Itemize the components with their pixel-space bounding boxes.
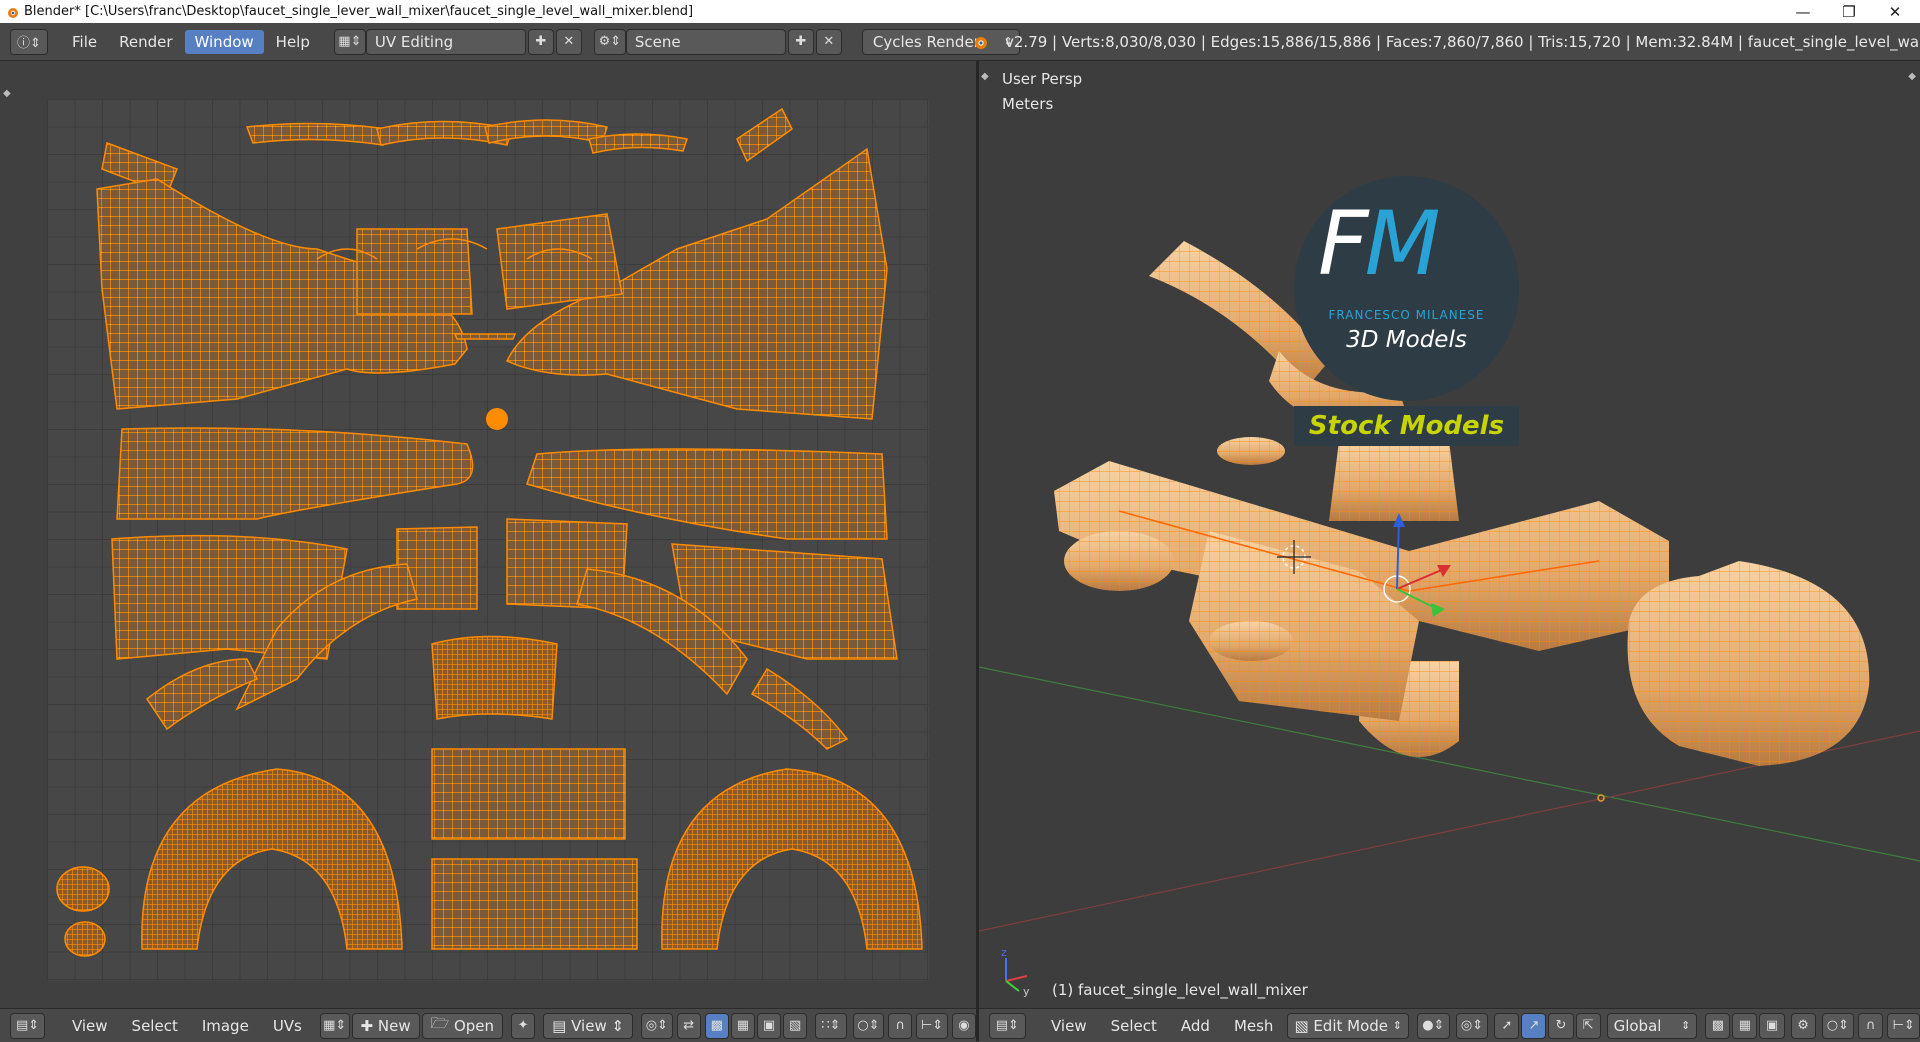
snap-element-icon[interactable]: ⊢⇕	[1887, 1012, 1920, 1039]
blender-logo-icon	[975, 37, 987, 49]
logo-name: FRANCESCO MILANESE	[1328, 308, 1485, 322]
uv-menu-view[interactable]: View	[60, 1017, 120, 1035]
translate-icon[interactable]: ↗	[1521, 1012, 1547, 1039]
editor-type-3dview-icon[interactable]: ▤⇕	[989, 1012, 1026, 1039]
screen-layout-label: UV Editing	[374, 32, 454, 51]
logo-subtitle: 3D Models	[1346, 327, 1467, 353]
edge-select-mode-icon[interactable]: ▦	[1732, 1012, 1758, 1039]
rotate-icon[interactable]: ↻	[1548, 1012, 1574, 1039]
face-select-mode-icon[interactable]: ▣	[1759, 1012, 1785, 1039]
manipulator-toggle-icon[interactable]: ➚	[1494, 1012, 1520, 1039]
scene-field[interactable]: Scene	[625, 28, 786, 55]
sync-selection-icon[interactable]: ⇄	[676, 1012, 701, 1039]
brand-logo: FM FRANCESCO MILANESE 3D Models	[1294, 176, 1519, 401]
window-title: Blender* [C:\Users\franc\Desktop\faucet_…	[24, 4, 694, 19]
3d-view-header: ▤⇕ View Select Add Mesh ▧ Edit Mode ⇕ ●⇕ ◎…	[979, 1008, 1920, 1042]
delete-scene-icon[interactable]: ✕	[815, 28, 842, 55]
browse-image-icon[interactable]: ▦⇕	[319, 1012, 350, 1039]
pivot-icon[interactable]: ◎⇕	[641, 1012, 673, 1039]
svg-text:z: z	[1001, 946, 1007, 959]
maximize-button[interactable]: ❐	[1826, 0, 1872, 23]
viewport-shading-icon[interactable]: ●⇕	[1416, 1012, 1450, 1039]
proportional-edit-icon[interactable]: ○⇕	[1821, 1012, 1855, 1039]
3d-viewport[interactable]: ◆ ◆ User Persp Meters z y FM FRANCESCO M…	[979, 61, 1920, 1008]
faucet-dome[interactable]	[1627, 561, 1870, 766]
transform-orientation-select[interactable]: Global ⇕	[1606, 1012, 1698, 1039]
scale-icon[interactable]: ⇱	[1575, 1012, 1601, 1039]
region-toggle-icon[interactable]: ◆	[3, 88, 11, 99]
add-screen-icon[interactable]: ✚	[527, 28, 554, 55]
mode-label: Edit Mode	[1313, 1016, 1389, 1035]
stock-models-banner: Stock Models	[1294, 406, 1519, 446]
render-engine-select[interactable]: Cycles Render ⇕	[861, 28, 1020, 55]
snap-icon[interactable]: ∩	[1858, 1012, 1884, 1039]
pin-icon[interactable]: ✦	[511, 1012, 536, 1039]
sticky-select-icon[interactable]: ∷⇕	[815, 1012, 847, 1039]
face-select-icon[interactable]: ▣	[756, 1012, 782, 1039]
edge-select-icon[interactable]: ▦	[730, 1012, 755, 1039]
window-titlebar: Blender* [C:\Users\franc\Desktop\faucet_…	[0, 0, 1920, 23]
uv-menu-image[interactable]: Image	[190, 1017, 261, 1035]
menu-render[interactable]: Render	[109, 30, 182, 54]
editor-type-info-icon[interactable]: ⓘ⇕	[10, 28, 48, 55]
render-engine-label: Cycles Render	[872, 32, 980, 51]
uv-editor[interactable]: ◆	[0, 61, 976, 1008]
close-window-button[interactable]: ✕	[1872, 0, 1918, 23]
screen-layout-icon[interactable]: ▦⇕	[333, 28, 366, 55]
menu-help[interactable]: Help	[266, 30, 320, 54]
new-image-label: New	[377, 1016, 411, 1035]
open-image-label: Open	[453, 1016, 495, 1035]
orientation-label: Global	[1613, 1016, 1662, 1035]
blender-logo-icon	[8, 7, 18, 18]
vp-menu-view[interactable]: View	[1039, 1017, 1099, 1035]
chevron-updown-icon: ⇕	[1392, 1019, 1402, 1032]
add-scene-icon[interactable]: ✚	[787, 28, 814, 55]
new-image-button[interactable]: ✚ New	[351, 1012, 420, 1039]
pivot-point-icon[interactable]: ◎⇕	[1455, 1012, 1489, 1039]
vp-menu-add[interactable]: Add	[1169, 1017, 1222, 1035]
vertex-select-icon[interactable]: ▩	[704, 1012, 729, 1039]
logo-letter-f: F	[1318, 192, 1369, 295]
scene-stats: v2.79 | Verts:8,030/8,030 | Edges:15,886…	[1005, 32, 1920, 51]
snap-icon[interactable]: ∩	[888, 1012, 913, 1039]
render-preview-icon[interactable]: ◉	[951, 1012, 976, 1039]
edit-mode-icon: ▧	[1294, 1016, 1309, 1035]
axis-gizmo-icon: z y	[1001, 946, 1030, 998]
proportional-edit-icon[interactable]: ○⇕	[852, 1012, 885, 1039]
active-object-label: (1) faucet_single_level_wall_mixer	[1052, 981, 1308, 999]
snap-element-icon[interactable]: ⊢⇕	[916, 1012, 948, 1039]
menu-file[interactable]: File	[62, 30, 107, 54]
screen-layout-field[interactable]: UV Editing	[365, 28, 526, 55]
delete-screen-icon[interactable]: ✕	[555, 28, 582, 55]
minimize-button[interactable]: —	[1780, 0, 1826, 23]
uv-grid[interactable]	[47, 99, 929, 981]
uv-islands[interactable]	[47, 99, 929, 981]
chevron-updown-icon: ⇕	[1681, 1019, 1691, 1032]
vp-menu-mesh[interactable]: Mesh	[1222, 1017, 1286, 1035]
editor-type-image-icon[interactable]: ▤⇕	[10, 1012, 46, 1039]
svg-text:y: y	[1023, 985, 1030, 998]
limit-selection-icon[interactable]: ⚙	[1790, 1012, 1816, 1039]
mode-select[interactable]: ▧ Edit Mode ⇕	[1287, 1012, 1409, 1039]
uv-menu-select[interactable]: Select	[120, 1017, 190, 1035]
logo-letter-m: M	[1364, 192, 1441, 295]
uv-editor-header: ▤⇕ View Select Image UVs ▦⇕ ✚ New 🗁 Open…	[0, 1008, 976, 1042]
open-image-button[interactable]: 🗁 Open	[421, 1012, 504, 1039]
island-select-icon[interactable]: ▧	[783, 1012, 808, 1039]
scene-icon[interactable]: ⚙⇕	[593, 28, 626, 55]
uv-menu-uvs[interactable]: UVs	[261, 1017, 314, 1035]
view-mode-select[interactable]: ▤ View ⇕	[543, 1012, 634, 1039]
vp-menu-select[interactable]: Select	[1099, 1017, 1169, 1035]
vertex-select-mode-icon[interactable]: ▩	[1705, 1012, 1731, 1039]
view-mode-label: View	[571, 1016, 607, 1035]
scene-label: Scene	[634, 32, 681, 51]
info-header: ⓘ⇕ File Render Window Help ▦⇕ UV Editing…	[0, 23, 1920, 61]
menu-window[interactable]: Window	[184, 29, 264, 54]
